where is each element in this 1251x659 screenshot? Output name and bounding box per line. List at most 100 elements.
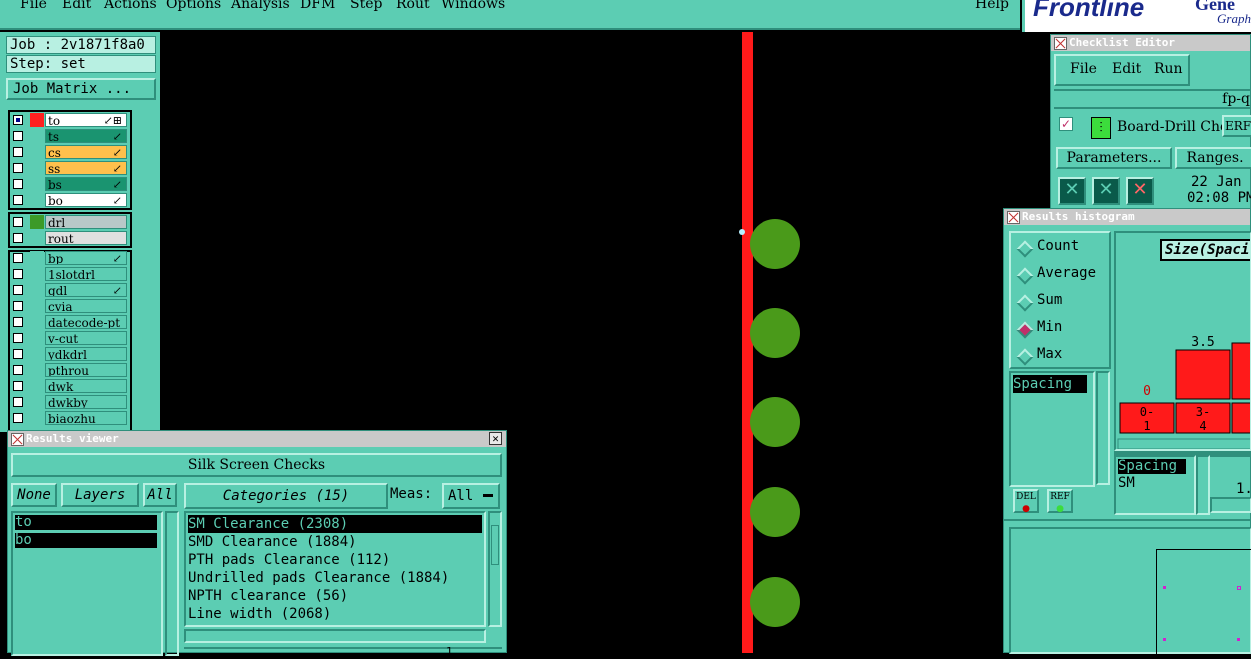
- layer-checkbox[interactable]: [13, 269, 23, 279]
- layer-row-to[interactable]: to ↙⊞: [8, 112, 132, 128]
- mode-radio-count[interactable]: [1016, 240, 1034, 258]
- layer-row-cvia[interactable]: cvia: [8, 298, 132, 314]
- layer-color-swatch[interactable]: [30, 177, 44, 191]
- checklist-menu-run[interactable]: Run: [1154, 61, 1183, 77]
- run-range-icon[interactable]: ✕: [1092, 177, 1120, 205]
- action-name[interactable]: Board-Drill Che: [1117, 119, 1228, 135]
- results-viewer-titlebar[interactable]: Results viewer ✕: [8, 431, 506, 447]
- mode-label-sum[interactable]: Sum: [1037, 292, 1062, 308]
- layer-row-datecode-pt[interactable]: datecode-pt: [8, 314, 132, 330]
- list-item[interactable]: to: [15, 515, 157, 530]
- close-icon[interactable]: ✕: [489, 432, 502, 445]
- layer-name[interactable]: cs ↙: [45, 145, 127, 159]
- category-item-selected[interactable]: SM Clearance (2308): [188, 515, 482, 533]
- layer-name[interactable]: ss ↙: [45, 161, 127, 175]
- menu-dfm[interactable]: DFM: [300, 0, 335, 12]
- erf-button[interactable]: ERF: [1222, 115, 1251, 137]
- layer-name[interactable]: dwkby: [45, 395, 127, 409]
- layer-row-ydkdrl[interactable]: ydkdrl: [8, 346, 132, 362]
- all-button[interactable]: All: [143, 483, 177, 507]
- layer-row-v-cut[interactable]: v-cut: [8, 330, 132, 346]
- window-menu-icon[interactable]: [11, 433, 24, 446]
- layer-name[interactable]: bp ↙: [45, 251, 127, 265]
- menu-actions[interactable]: Actions: [104, 0, 157, 12]
- mode-radio-average[interactable]: [1016, 267, 1034, 285]
- layer-row-1slotdrl[interactable]: 1slotdrl: [8, 266, 132, 282]
- layer-checkbox[interactable]: [13, 179, 23, 189]
- category-item[interactable]: Undrilled pads Clearance (1884): [188, 569, 482, 587]
- layer-name[interactable]: 1slotdrl: [45, 267, 127, 281]
- layers-button[interactable]: Layers: [61, 483, 139, 507]
- layer-name[interactable]: ts ↙: [45, 129, 127, 143]
- layer-row-cs[interactable]: cs ↙: [8, 144, 132, 160]
- checklist-menu-edit[interactable]: Edit: [1112, 61, 1141, 77]
- spacing-list[interactable]: Spacing: [1009, 371, 1095, 487]
- mode-label-average[interactable]: Average: [1037, 265, 1096, 281]
- parameters-button[interactable]: Parameters...: [1056, 147, 1172, 169]
- layer-color-swatch[interactable]: [30, 299, 44, 313]
- layer-color-swatch[interactable]: [30, 267, 44, 281]
- category-list[interactable]: SM Clearance (2308) SMD Clearance (1884)…: [184, 511, 486, 627]
- layer-checkbox[interactable]: [13, 233, 23, 243]
- layer-color-swatch[interactable]: [30, 411, 44, 425]
- layer-color-swatch[interactable]: [30, 113, 44, 127]
- layer-color-swatch[interactable]: [30, 347, 44, 361]
- histogram-chart-area[interactable]: Size(Spaci 00-13.53-44.4: [1114, 231, 1251, 451]
- ref-button[interactable]: REF ●: [1047, 489, 1073, 514]
- layer-name[interactable]: rout: [45, 231, 127, 245]
- layer-color-swatch[interactable]: [30, 331, 44, 345]
- layer-scroll-strip[interactable]: [134, 110, 156, 432]
- layer-checkbox[interactable]: [13, 217, 23, 227]
- layer-row-pthrou[interactable]: pthrou: [8, 362, 132, 378]
- histogram-titlebar[interactable]: Results histogram: [1004, 209, 1250, 225]
- layer-color-swatch[interactable]: [30, 315, 44, 329]
- layer-row-rout[interactable]: rout: [8, 230, 132, 246]
- layer-row-drl[interactable]: drl: [8, 214, 132, 230]
- layer-color-swatch[interactable]: [30, 251, 44, 265]
- detail-scrollbar[interactable]: [1196, 455, 1210, 515]
- layer-color-swatch[interactable]: [30, 161, 44, 175]
- layer-name[interactable]: biaozhu: [45, 411, 127, 425]
- category-item[interactable]: SMD Clearance (1884): [188, 533, 482, 551]
- layer-checkbox[interactable]: [13, 365, 23, 375]
- layer-checkbox[interactable]: [13, 115, 23, 125]
- layer-row-bp[interactable]: bp ↙: [8, 250, 132, 266]
- layer-name[interactable]: ydkdrl: [45, 347, 127, 361]
- layer-name[interactable]: dwk: [45, 379, 127, 393]
- histogram-preview[interactable]: [1009, 527, 1251, 659]
- scroll-thumb[interactable]: [491, 525, 499, 565]
- run-action-icon[interactable]: ✕: [1058, 177, 1086, 205]
- layer-row-ss[interactable]: ss ↙: [8, 160, 132, 176]
- layer-color-swatch[interactable]: [30, 145, 44, 159]
- layer-color-swatch[interactable]: [30, 129, 44, 143]
- list-item[interactable]: Spacing: [1013, 375, 1087, 393]
- job-matrix-button[interactable]: Job Matrix ...: [6, 78, 156, 100]
- mode-label-min[interactable]: Min: [1037, 319, 1062, 335]
- category-item[interactable]: Line width (2068): [188, 605, 482, 623]
- menu-help[interactable]: Help: [975, 0, 1009, 12]
- layer-row-biaozhu[interactable]: biaozhu: [8, 410, 132, 426]
- mode-radio-max[interactable]: [1016, 348, 1034, 366]
- layer-checkbox[interactable]: [13, 301, 23, 311]
- menu-file[interactable]: File: [20, 0, 47, 12]
- del-button[interactable]: DEL ●: [1013, 489, 1039, 514]
- category-item[interactable]: NPTH clearance (56): [188, 587, 482, 605]
- window-menu-icon[interactable]: [1054, 37, 1067, 50]
- layer-name[interactable]: cvia: [45, 299, 127, 313]
- layer-color-swatch[interactable]: [30, 379, 44, 393]
- layer-checkbox[interactable]: [13, 381, 23, 391]
- layer-checkbox[interactable]: [13, 253, 23, 263]
- menu-analysis[interactable]: Analysis: [231, 0, 290, 12]
- categories-button[interactable]: Categories (15): [184, 483, 388, 509]
- layer-row-bs[interactable]: bs ↙: [8, 176, 132, 192]
- mode-label-max[interactable]: Max: [1037, 346, 1062, 362]
- layer-checkbox[interactable]: [13, 285, 23, 295]
- layer-row-dwk[interactable]: dwk: [8, 378, 132, 394]
- mode-radio-min[interactable]: [1016, 321, 1034, 339]
- menu-step[interactable]: Step: [350, 0, 382, 12]
- spacing-list-scrollbar[interactable]: [1096, 371, 1110, 485]
- layer-color-swatch[interactable]: [30, 283, 44, 297]
- layer-name[interactable]: pthrou: [45, 363, 127, 377]
- layer-name[interactable]: datecode-pt: [45, 315, 127, 329]
- layer-name[interactable]: gdl ↙: [45, 283, 127, 297]
